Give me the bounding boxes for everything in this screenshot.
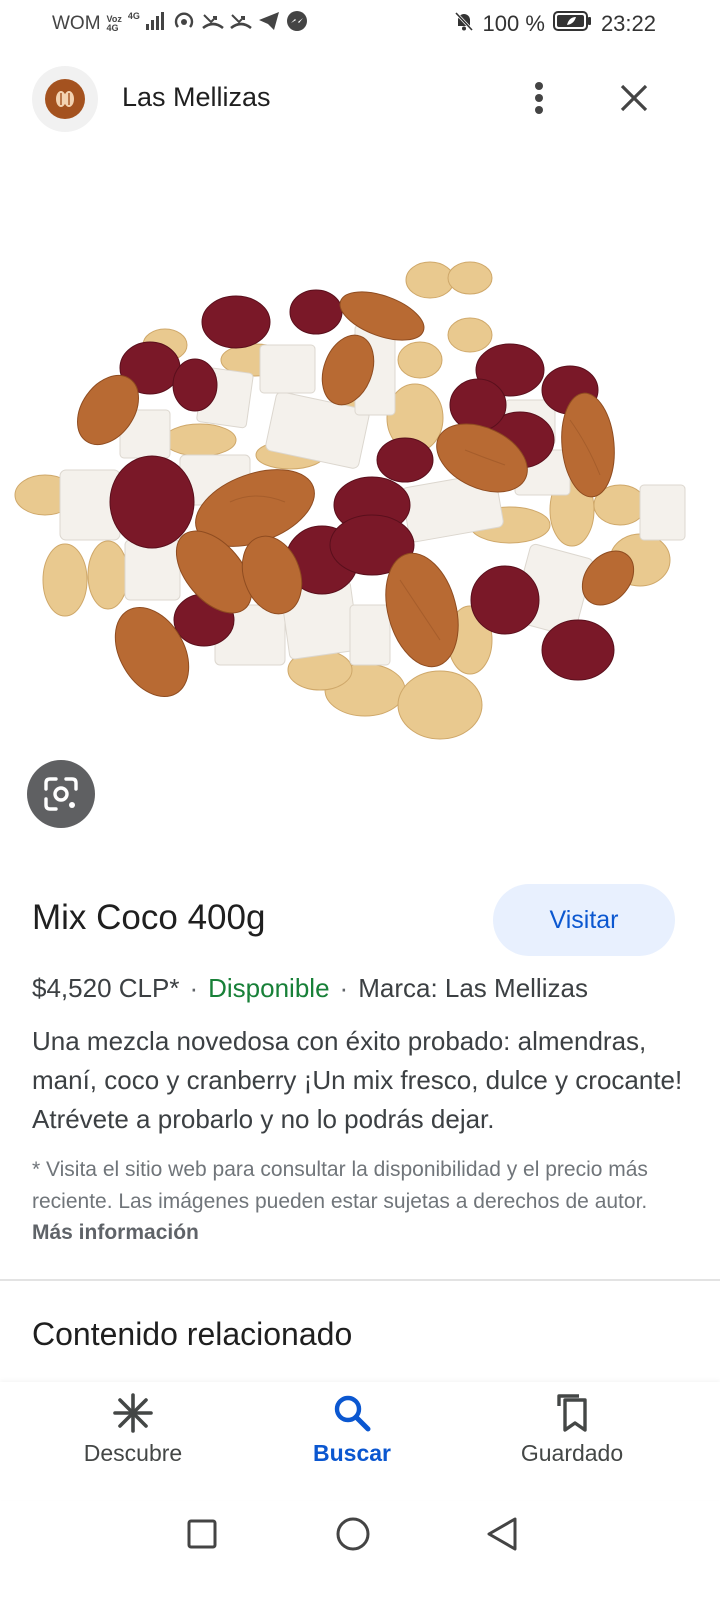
nav-label-saved: Guardado <box>520 1440 624 1466</box>
nav-item-discover[interactable]: Descubre <box>43 1392 223 1492</box>
nav-item-saved[interactable]: Guardado <box>482 1392 662 1492</box>
product-description: Una mezcla novedosa con éxito probado: a… <box>32 1026 683 1134</box>
missed-call-icon-2 <box>230 11 252 37</box>
bottom-navigation: Descubre Buscar Guardado <box>0 1382 720 1500</box>
product-image[interactable] <box>0 240 720 760</box>
messenger-icon <box>286 10 308 38</box>
site-name[interactable]: Las Mellizas <box>122 82 271 113</box>
google-lens-button[interactable] <box>27 760 95 828</box>
separator-dot: · <box>339 973 349 1003</box>
telegram-icon <box>258 11 280 37</box>
availability-status: Disponible <box>208 973 330 1003</box>
more-options-button[interactable] <box>522 76 556 120</box>
more-vert-icon <box>535 82 543 114</box>
product-meta: $4,520 CLP* · Disponible · Marca: Las Melliz… <box>32 973 588 1004</box>
square-icon <box>187 1519 217 1549</box>
brand-label: Marca: Las Mellizas <box>358 973 588 1003</box>
nav-label-search: Buscar <box>313 1440 391 1466</box>
mute-notifications-icon <box>453 10 475 38</box>
product-title: Mix Coco 400g <box>32 898 266 937</box>
battery-percent: 100 % <box>482 11 545 36</box>
clock: 23:22 <box>600 11 656 36</box>
triangle-back-icon <box>487 1517 517 1551</box>
nav-label-discover: Descubre <box>83 1440 183 1466</box>
circle-icon <box>336 1517 370 1551</box>
missed-call-icon <box>202 11 224 37</box>
network-type: 4G <box>127 11 140 21</box>
result-header: Las Mellizas <box>0 60 720 136</box>
bookmarks-icon <box>557 1394 587 1432</box>
carrier-label: WOM <box>52 13 101 34</box>
status-bar: WOM Voz 4G 4G 100 % 23:22 <box>0 0 720 48</box>
section-divider <box>0 1279 720 1281</box>
asterisk-icon <box>113 1393 153 1433</box>
nut-logo-icon <box>45 79 85 119</box>
nav-item-search[interactable]: Buscar <box>262 1392 442 1492</box>
volte-indicator: Voz 4G <box>106 14 122 33</box>
site-logo[interactable] <box>32 66 98 132</box>
status-right: 100 % 23:22 <box>453 10 656 38</box>
visit-button[interactable]: Visitar <box>493 884 675 956</box>
close-button[interactable] <box>612 76 656 120</box>
disclaimer-text: * Visita el sitio web para consultar la … <box>32 1158 648 1213</box>
hotspot-icon <box>172 10 196 38</box>
search-icon <box>334 1395 371 1432</box>
close-icon <box>620 84 648 112</box>
home-button[interactable] <box>331 1512 375 1556</box>
separator-dot: · <box>189 973 199 1003</box>
related-content-heading: Contenido relacionado <box>32 1316 353 1352</box>
lens-icon <box>44 777 78 811</box>
battery-icon <box>552 10 593 38</box>
recents-button[interactable] <box>180 1512 224 1556</box>
more-info-link[interactable]: Más información <box>32 1221 199 1244</box>
back-button[interactable] <box>480 1512 524 1556</box>
price: $4,520 CLP* <box>32 973 180 1003</box>
disclaimer: * Visita el sitio web para consultar la … <box>32 1154 692 1249</box>
signal-icon <box>145 12 166 36</box>
status-left: WOM Voz 4G 4G <box>52 10 308 38</box>
system-navigation-bar <box>0 1500 720 1600</box>
